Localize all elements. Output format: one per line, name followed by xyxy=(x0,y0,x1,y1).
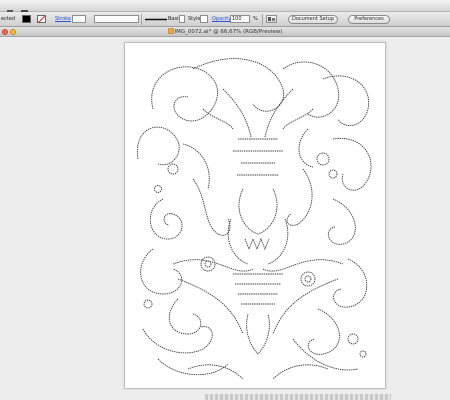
document-setup-button[interactable]: Document Setup xyxy=(288,15,338,24)
fill-color-swatch[interactable] xyxy=(22,15,31,23)
line-art-drawing[interactable] xyxy=(133,49,379,384)
mode-label: ected xyxy=(1,16,16,22)
opacity-link[interactable]: Opacity xyxy=(212,16,231,22)
align-icon[interactable] xyxy=(266,15,277,23)
preferences-button[interactable]: Preferences xyxy=(348,15,390,24)
opacity-unit: % xyxy=(253,16,258,22)
document-title-text: IMG_0072.ai* @ 66,67% (RGB/Preview) xyxy=(174,29,283,35)
stroke-weight-field[interactable] xyxy=(72,15,86,23)
stroke-link[interactable]: Stroke xyxy=(55,16,71,22)
divider xyxy=(141,14,142,25)
document-icon xyxy=(167,28,174,34)
status-strip xyxy=(205,394,391,400)
application-bar xyxy=(0,0,450,16)
document-window-titlebar: IMG_0072.ai* @ 66,67% (RGB/Preview) xyxy=(0,27,450,37)
brush-stroke-preview xyxy=(145,18,167,21)
style-label: Style xyxy=(188,16,201,22)
opacity-field[interactable]: 100 xyxy=(230,15,250,23)
document-canvas[interactable] xyxy=(0,37,450,400)
artboard[interactable] xyxy=(124,42,386,389)
document-title: IMG_0072.ai* @ 66,67% (RGB/Preview) xyxy=(0,28,450,35)
style-dropdown[interactable] xyxy=(200,15,208,23)
workspace-menu-icon[interactable] xyxy=(20,2,34,16)
divider xyxy=(262,14,263,25)
stroke-color-swatch[interactable] xyxy=(37,15,46,23)
control-panel: ected Stroke Basic Style Opacity 100 % D… xyxy=(0,12,450,27)
variable-width-dropdown[interactable] xyxy=(94,15,139,23)
brush-dropdown[interactable] xyxy=(179,15,185,23)
selection-tool-icon[interactable] xyxy=(6,2,15,16)
